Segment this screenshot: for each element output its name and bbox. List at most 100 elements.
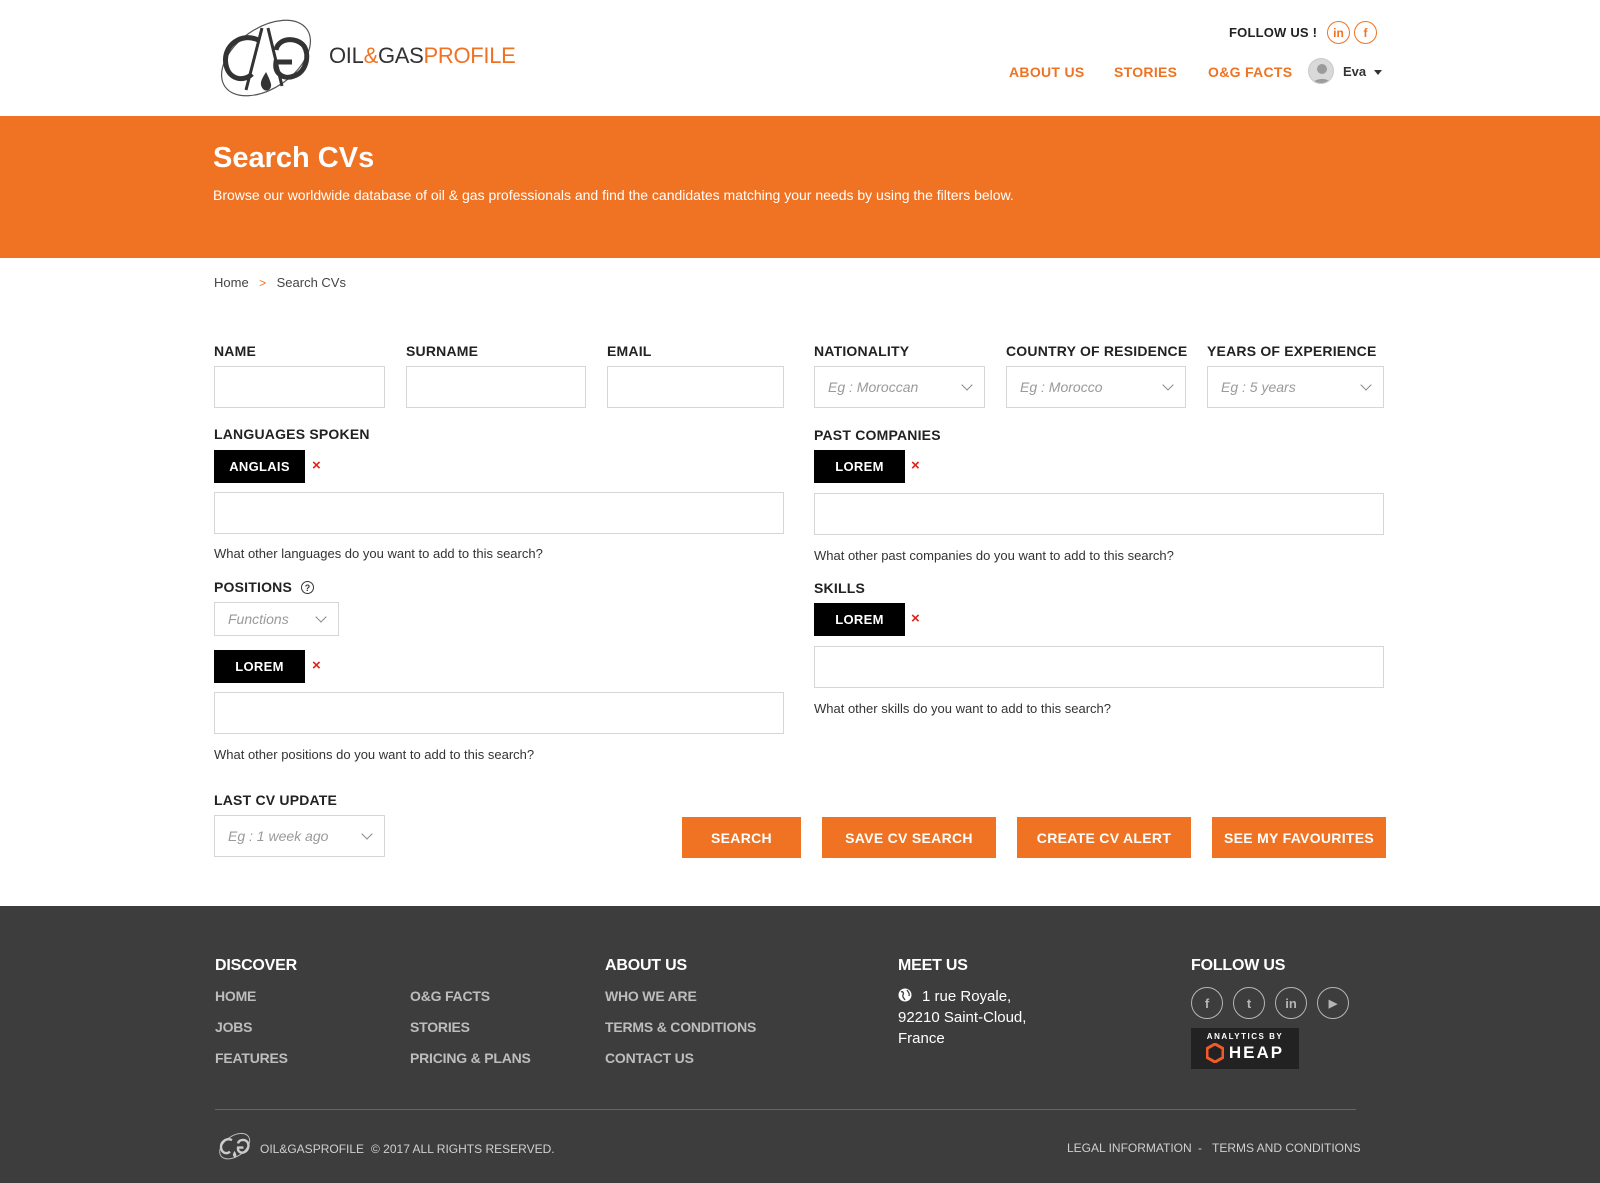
caret-down-icon (1373, 70, 1382, 76)
follow-us-label: FOLLOW US ! (1229, 25, 1318, 40)
footer-discover-heading: DISCOVER (215, 957, 297, 974)
languages-hint: What other languages do you want to add … (214, 546, 543, 561)
see-my-favourites-button[interactable]: SEE MY FAVOURITES (1212, 817, 1386, 858)
linkedin-icon[interactable]: in (1327, 21, 1350, 44)
country-select[interactable]: Eg : Morocco (1006, 366, 1186, 408)
skills-label: SKILLS (814, 580, 865, 596)
experience-placeholder: Eg : 5 years (1221, 379, 1296, 395)
footer-link-terms[interactable]: TERMS & CONDITIONS (605, 1019, 756, 1035)
chevron-down-icon (315, 611, 327, 623)
name-input[interactable] (214, 366, 385, 408)
user-menu[interactable]: Eva (1343, 64, 1382, 79)
breadcrumb-home[interactable]: Home (214, 275, 249, 290)
footer-address-line-2: 92210 Saint-Cloud, (898, 1009, 1027, 1026)
footer-link-jobs[interactable]: JOBS (215, 1019, 253, 1035)
nationality-placeholder: Eg : Moroccan (828, 379, 919, 395)
name-label: NAME (214, 343, 257, 359)
breadcrumb-separator: > (259, 276, 267, 290)
breadcrumb: Home > Search CVs (214, 274, 346, 292)
footer-address-line-1: 1 rue Royale, (922, 988, 1012, 1005)
oil-gas-logo-icon (220, 19, 312, 97)
country-label: COUNTRY OF RESIDENCE (1006, 343, 1188, 359)
footer-link-home[interactable]: HOME (215, 988, 256, 1004)
page-title: Search CVs (213, 142, 375, 174)
positions-input[interactable] (214, 692, 784, 734)
past-company-tag: LOREM (814, 450, 905, 483)
footer-link-contact[interactable]: CONTACT US (605, 1050, 694, 1066)
user-silhouette-icon (1312, 64, 1332, 83)
last-update-label: LAST CV UPDATE (214, 792, 338, 808)
skills-input[interactable] (814, 646, 1384, 688)
functions-placeholder: Functions (228, 611, 289, 627)
help-icon[interactable]: ? (301, 581, 314, 594)
nationality-select[interactable]: Eg : Moroccan (814, 366, 985, 408)
position-tag: LOREM (214, 650, 305, 683)
skill-tag: LOREM (814, 603, 905, 636)
create-cv-alert-button[interactable]: CREATE CV ALERT (1017, 817, 1191, 858)
positions-hint: What other positions do you want to add … (214, 747, 535, 762)
languages-label: LANGUAGES SPOKEN (214, 426, 370, 442)
heap-badge-main: HEAP (1228, 1043, 1285, 1062)
chevron-down-icon (361, 828, 373, 840)
logo-mark[interactable] (214, 10, 314, 105)
site-footer: DISCOVER HOME JOBS FEATURES O&G FACTS ST… (0, 906, 1600, 1183)
heap-logo-icon (1205, 1043, 1224, 1063)
remove-position-tag-icon[interactable]: × (312, 657, 321, 674)
experience-select[interactable]: Eg : 5 years (1207, 366, 1384, 408)
footer-meet-heading: MEET US (898, 957, 968, 974)
chevron-down-icon (1162, 379, 1174, 391)
skills-hint: What other skills do you want to add to … (814, 701, 1111, 716)
footer-legal-link[interactable]: LEGAL INFORMATION (1067, 1141, 1192, 1155)
page-description: Browse our worldwide database of oil & g… (213, 187, 1014, 203)
footer-link-stories[interactable]: STORIES (410, 1019, 470, 1035)
footer-terms-link[interactable]: TERMS AND CONDITIONS (1212, 1141, 1361, 1155)
experience-label: YEARS OF EXPERIENCE (1207, 343, 1377, 359)
search-button[interactable]: SEARCH (682, 817, 801, 858)
footer-logo-icon[interactable] (215, 1130, 253, 1167)
facebook-icon[interactable]: f (1191, 987, 1223, 1019)
language-tag: ANGLAIS (214, 450, 305, 483)
user-name: Eva (1343, 64, 1367, 79)
functions-select[interactable]: Functions (214, 602, 339, 636)
youtube-icon[interactable]: ▶ (1317, 987, 1349, 1019)
nav-og-facts[interactable]: O&G FACTS (1208, 64, 1292, 80)
avatar[interactable] (1308, 58, 1334, 84)
remove-language-tag-icon[interactable]: × (312, 457, 321, 474)
linkedin-icon[interactable]: in (1275, 987, 1307, 1019)
past-companies-label: PAST COMPANIES (814, 427, 941, 443)
facebook-icon[interactable]: f (1354, 21, 1377, 44)
remove-skill-tag-icon[interactable]: × (911, 610, 920, 627)
email-input[interactable] (607, 366, 784, 408)
breadcrumb-current: Search CVs (276, 275, 346, 290)
logo-profile: PROFILE (423, 43, 516, 68)
footer-about-heading: ABOUT US (605, 957, 687, 974)
footer-address-line-3: France (898, 1030, 945, 1047)
nav-stories[interactable]: STORIES (1114, 64, 1177, 80)
remove-past-company-tag-icon[interactable]: × (911, 457, 920, 474)
footer-link-who-we-are[interactable]: WHO WE ARE (605, 988, 697, 1004)
footer-link-pricing[interactable]: PRICING & PLANS (410, 1050, 531, 1066)
footer-link-og-facts[interactable]: O&G FACTS (410, 988, 490, 1004)
logo-gas: GAS (377, 43, 424, 68)
country-placeholder: Eg : Morocco (1020, 379, 1103, 395)
heap-badge[interactable]: ANALYTICS BY HEAP (1191, 1028, 1299, 1069)
past-companies-hint: What other past companies do you want to… (814, 548, 1174, 563)
logo-wordmark[interactable]: OIL&GASPROFILE (329, 43, 516, 69)
footer-link-features[interactable]: FEATURES (215, 1050, 288, 1066)
positions-label: POSITIONS (214, 579, 293, 595)
logo-amp: & (363, 43, 379, 68)
surname-input[interactable] (406, 366, 586, 408)
languages-input[interactable] (214, 492, 784, 534)
surname-label: SURNAME (406, 343, 479, 359)
twitter-icon[interactable]: t (1233, 987, 1265, 1019)
footer-logo-text: OIL&GASPROFILE (260, 1142, 365, 1156)
chevron-down-icon (1360, 379, 1372, 391)
email-label: EMAIL (607, 343, 652, 359)
footer-divider (215, 1109, 1356, 1110)
nav-about-us[interactable]: ABOUT US (1009, 64, 1085, 80)
past-companies-input[interactable] (814, 493, 1384, 535)
globe-icon (898, 988, 912, 1007)
logo-oil: OIL (329, 43, 364, 68)
last-update-select[interactable]: Eg : 1 week ago (214, 815, 385, 857)
save-cv-search-button[interactable]: SAVE CV SEARCH (822, 817, 996, 858)
